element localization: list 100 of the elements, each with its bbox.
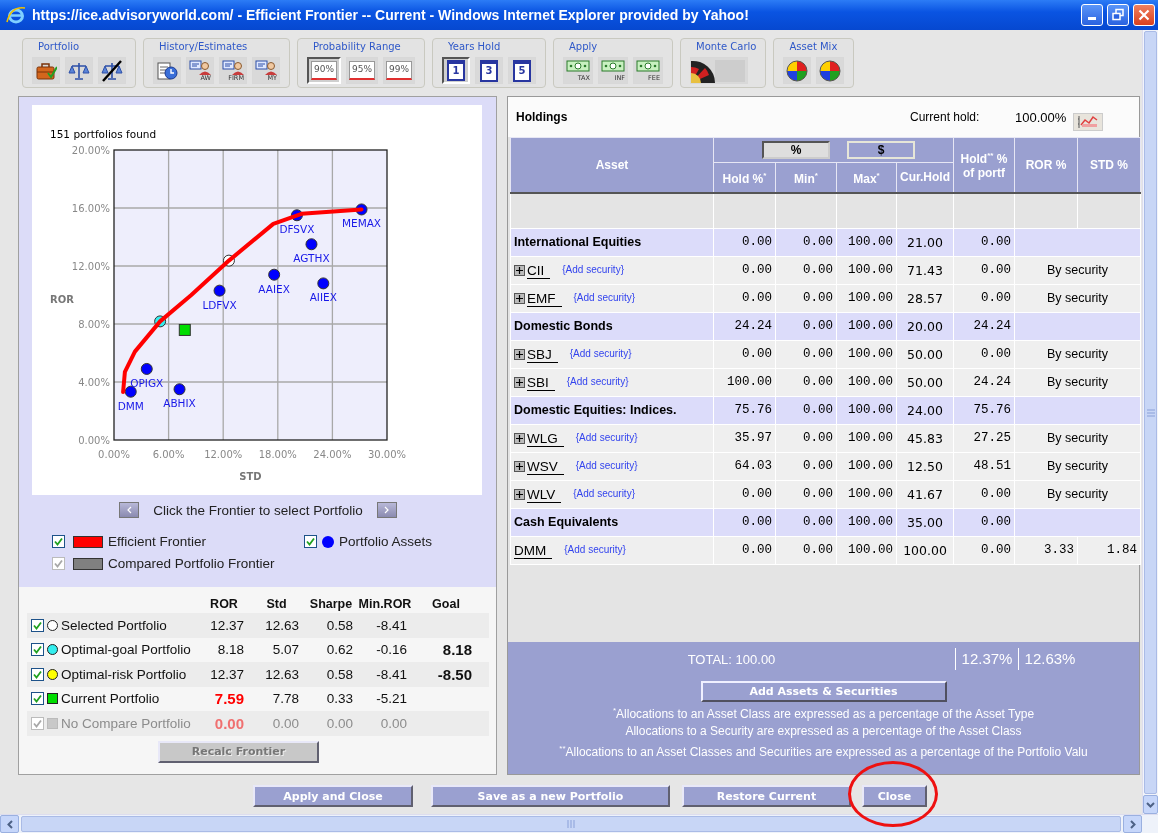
toolbar-button[interactable]: 90% <box>307 57 341 84</box>
expand-button[interactable] <box>514 460 525 472</box>
add-security-link[interactable]: {Add security} <box>573 488 635 500</box>
ticker-link[interactable]: WLV <box>527 486 562 503</box>
table-cell-text: 8.18 <box>441 641 473 659</box>
point-label: ABHIX <box>163 397 196 410</box>
table-cell-text: 0.00 <box>379 715 408 731</box>
point-label: AIIEX <box>309 291 337 304</box>
table-cell: 0.00 <box>713 508 776 536</box>
close-button[interactable] <box>1133 4 1155 26</box>
expand-button[interactable] <box>514 348 525 360</box>
horizontal-scrollbar[interactable] <box>0 814 1158 833</box>
scroll-right-button[interactable] <box>1123 815 1142 833</box>
expand-button[interactable] <box>514 432 525 444</box>
toolbar-button[interactable]: 3 <box>475 57 503 84</box>
next-button[interactable] <box>376 502 397 518</box>
field-value: 100.00% <box>1015 109 1068 125</box>
toolbar-button[interactable] <box>98 57 126 84</box>
ticker-link[interactable]: CII <box>527 262 551 279</box>
table-cell: 0.00 <box>775 228 837 256</box>
line-chart-icon <box>1077 115 1099 129</box>
checkbox[interactable] <box>52 535 65 548</box>
add-security-link[interactable]: {Add security} <box>562 264 624 276</box>
table-cell: 100.00 <box>836 396 897 424</box>
table-cell: 0.00 <box>775 284 837 312</box>
column-header: Cur.Hold <box>896 162 954 193</box>
portfolio-name: Current Portfolio <box>61 691 160 707</box>
ticker-link[interactable]: SBI <box>527 374 555 391</box>
group-label: Portfolio <box>38 40 80 53</box>
column-header: STD % <box>1077 137 1141 193</box>
add-security-link[interactable]: {Add security} <box>569 348 632 360</box>
vertical-scrollbar[interactable] <box>1142 30 1158 814</box>
toolbar-button[interactable]: 1 <box>442 57 470 84</box>
table-cell: 0.00 <box>775 368 837 396</box>
chevron-right-icon <box>383 506 390 514</box>
add-security-link[interactable]: {Add security} <box>566 376 629 388</box>
toolbar-button[interactable] <box>153 57 181 84</box>
scroll-left-button[interactable] <box>0 815 19 833</box>
expand-button[interactable] <box>514 488 525 500</box>
table-cell: 1.84 <box>1077 536 1141 564</box>
toolbar-button[interactable]: 95% <box>346 57 378 84</box>
unit-toggle[interactable]: % <box>762 141 830 159</box>
point-label: AGTHX <box>293 252 330 265</box>
table-cell: 75.76 <box>713 396 776 424</box>
add-security-link[interactable]: {Add security} <box>575 460 638 472</box>
table-cell: 0.00 <box>953 256 1015 284</box>
chart-button[interactable] <box>1073 113 1103 131</box>
add-security-link[interactable]: {Add security} <box>573 292 636 304</box>
add-security-link[interactable]: {Add security} <box>575 432 638 444</box>
point-label: OPIGX <box>130 376 164 389</box>
y-axis-label: ROR <box>50 294 74 305</box>
table-cell: By security <box>1014 284 1141 312</box>
toolbar-button[interactable]: 5 <box>508 57 536 84</box>
checkbox[interactable] <box>31 618 44 632</box>
ticker-link[interactable]: SBJ <box>527 346 558 363</box>
data-point <box>154 315 167 328</box>
checkbox[interactable] <box>31 643 44 657</box>
table-cell: By security <box>1014 480 1141 508</box>
ticker-link[interactable]: WSV <box>527 458 564 475</box>
scroll-down-button[interactable] <box>1143 795 1158 814</box>
toolbar-button[interactable]: 99% <box>383 57 415 84</box>
banknote-icon <box>566 60 590 75</box>
plus-icon <box>516 350 523 358</box>
data-point <box>317 277 330 290</box>
category-name: Domestic Equities: Indices. <box>510 396 714 424</box>
group-label: Monte Carlo <box>696 40 757 53</box>
toolbar-button[interactable] <box>690 57 748 84</box>
table-cell: 27.25 <box>953 424 1015 452</box>
add-security-link[interactable]: {Add security} <box>564 544 626 556</box>
group-label: Years Hold <box>448 40 501 53</box>
banknote-icon <box>636 60 660 75</box>
unit-toggle[interactable]: $ <box>847 141 915 159</box>
chevron-down-icon <box>1146 801 1155 808</box>
expand-button[interactable] <box>514 376 525 388</box>
footnote: $^{*}$Allocations to an Asset Class are expressed as a percentage of the Asset Type <box>612 705 1035 723</box>
close-icon <box>1136 7 1152 23</box>
table-cell: 0.00 <box>953 228 1015 256</box>
table-cell-text: 0.33 <box>325 691 354 707</box>
restore-button[interactable] <box>1107 4 1129 26</box>
table-cell-text: -8.41 <box>375 617 408 633</box>
checkbox[interactable] <box>31 667 44 681</box>
table-cell: By security <box>1014 256 1141 284</box>
table-cell-text: 8.18 <box>216 642 245 658</box>
table-cell: By security <box>1014 452 1141 480</box>
checkbox[interactable] <box>31 692 44 706</box>
table-cell-text: 0.00 <box>213 714 245 732</box>
previous-button[interactable] <box>119 502 140 518</box>
legend-label: Portfolio Assets <box>339 534 433 549</box>
y-tick-label: 12.00% <box>71 261 110 272</box>
expand-button[interactable] <box>514 264 525 276</box>
point-label: DMM <box>117 399 144 412</box>
minimize-button[interactable] <box>1081 4 1103 26</box>
ticker-link[interactable]: WLG <box>527 430 564 447</box>
checkbox[interactable] <box>304 535 317 548</box>
ticker-link[interactable]: DMM <box>514 542 553 559</box>
table-cell: 0.00 <box>713 480 776 508</box>
panel-title: Holdings <box>516 110 569 124</box>
expand-button[interactable] <box>514 292 525 304</box>
ticker-link[interactable]: EMF <box>527 290 562 307</box>
data-point <box>124 385 137 398</box>
